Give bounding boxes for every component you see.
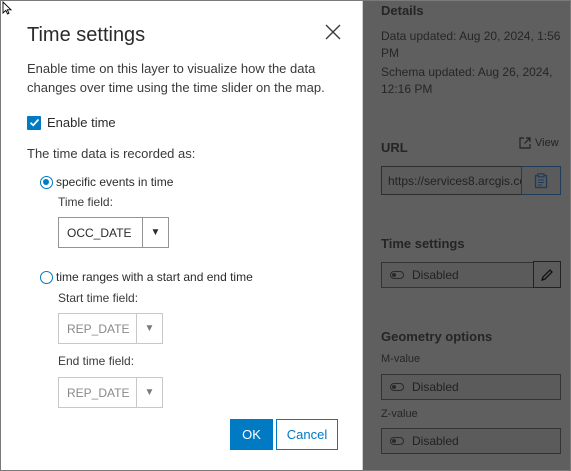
time-ranges-label: time ranges with a start and end time bbox=[56, 270, 253, 284]
enable-time-checkbox-row[interactable]: Enable time bbox=[27, 115, 116, 130]
view-link[interactable]: View bbox=[519, 137, 559, 149]
m-value-status-label: Disabled bbox=[412, 380, 459, 394]
time-settings-status-label: Disabled bbox=[412, 268, 459, 282]
specific-events-radio[interactable] bbox=[40, 175, 53, 189]
start-time-field-label: Start time field: bbox=[58, 291, 139, 305]
copy-url-button[interactable] bbox=[521, 166, 561, 195]
m-value-label: M-value bbox=[381, 353, 421, 365]
end-time-field-label: End time field: bbox=[58, 354, 135, 368]
time-settings-status: Disabled bbox=[381, 262, 534, 288]
pencil-icon bbox=[540, 268, 553, 281]
end-time-field-select[interactable]: REP_DATE ▼ bbox=[58, 377, 163, 408]
toggle-icon bbox=[390, 437, 404, 445]
checkmark-icon bbox=[29, 118, 39, 127]
end-time-field-value: REP_DATE bbox=[67, 385, 130, 400]
toggle-icon bbox=[390, 271, 404, 279]
dialog-title: Time settings bbox=[27, 24, 146, 46]
enable-time-label: Enable time bbox=[47, 115, 116, 130]
url-field[interactable]: https://services8.arcgis.com bbox=[381, 166, 522, 195]
cancel-button[interactable]: Cancel bbox=[276, 419, 338, 450]
app-window: Details Data updated: Aug 20, 2024, 1:56… bbox=[0, 0, 571, 471]
z-value-label: Z-value bbox=[381, 408, 418, 420]
time-field-select[interactable]: OCC_DATE ▼ bbox=[58, 217, 169, 248]
z-value-status-label: Disabled bbox=[412, 434, 459, 448]
z-value-status: Disabled bbox=[381, 428, 561, 454]
item-details-panel: Details Data updated: Aug 20, 2024, 1:56… bbox=[363, 1, 570, 470]
data-updated-text: Data updated: Aug 20, 2024, 1:56 PM bbox=[381, 29, 561, 60]
m-value-status: Disabled bbox=[381, 374, 561, 400]
details-heading: Details bbox=[381, 3, 424, 18]
time-ranges-radio[interactable] bbox=[40, 270, 53, 284]
time-settings-dialog: Time settings Enable time on this layer … bbox=[1, 1, 363, 470]
enable-time-checkbox[interactable] bbox=[27, 115, 41, 130]
copy-icon bbox=[534, 172, 548, 188]
time-settings-heading: Time settings bbox=[381, 236, 465, 251]
schema-updated-text: Schema updated: Aug 26, 2024, 12:16 PM bbox=[381, 65, 553, 96]
start-time-field-select[interactable]: REP_DATE ▼ bbox=[58, 313, 163, 344]
time-field-value: OCC_DATE bbox=[67, 225, 132, 240]
close-button[interactable] bbox=[323, 22, 343, 42]
recorded-as-label: The time data is recorded as: bbox=[27, 146, 196, 161]
time-field-label: Time field: bbox=[58, 195, 113, 209]
dropdown-arrow-icon: ▼ bbox=[136, 314, 162, 343]
edit-time-settings-button[interactable] bbox=[533, 261, 561, 288]
view-label: View bbox=[535, 137, 559, 149]
dropdown-arrow-icon: ▼ bbox=[142, 218, 168, 247]
dialog-description: Enable time on this layer to visualize h… bbox=[27, 61, 325, 95]
close-icon bbox=[325, 24, 341, 40]
ok-button[interactable]: OK bbox=[230, 419, 273, 450]
dropdown-arrow-icon: ▼ bbox=[136, 378, 162, 407]
specific-events-radio-row[interactable]: specific events in time bbox=[40, 175, 173, 189]
specific-events-label: specific events in time bbox=[56, 175, 174, 189]
time-ranges-radio-row[interactable]: time ranges with a start and end time bbox=[40, 270, 253, 284]
mouse-cursor-icon bbox=[2, 1, 12, 15]
url-heading: URL bbox=[381, 140, 408, 155]
toggle-icon bbox=[390, 383, 404, 391]
start-time-field-value: REP_DATE bbox=[67, 321, 130, 336]
launch-icon bbox=[519, 137, 531, 149]
geometry-options-heading: Geometry options bbox=[381, 329, 493, 344]
